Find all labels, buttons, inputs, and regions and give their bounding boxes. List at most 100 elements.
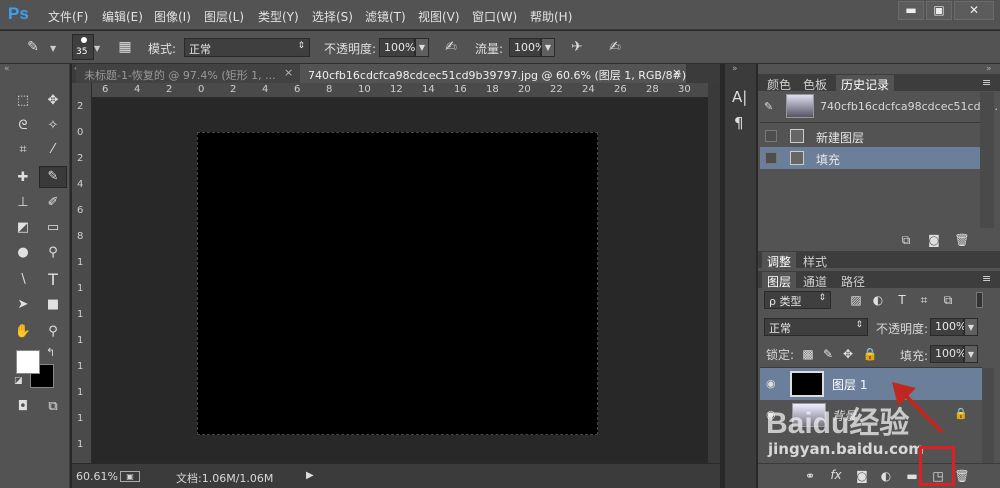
- brush-tool-icon[interactable]: ✎: [39, 166, 67, 188]
- rectangle-icon[interactable]: ■: [41, 295, 65, 315]
- menu-edit[interactable]: 编辑(E): [102, 8, 143, 25]
- hand-icon[interactable]: ✋: [11, 322, 35, 342]
- filter-pixel-icon[interactable]: ▨: [848, 292, 864, 308]
- magic-wand-icon[interactable]: ✧: [41, 116, 65, 136]
- tab-document-1[interactable]: 未标题-1-恢复的 @ 97.4% (矩形 1, ...: [76, 64, 302, 83]
- adjustment-icon[interactable]: ◐: [878, 468, 894, 484]
- filter-shape-icon[interactable]: ⌗: [916, 292, 932, 308]
- tab-layers[interactable]: 图层: [762, 272, 797, 291]
- character-panel-icon[interactable]: A|: [732, 88, 747, 106]
- healing-icon[interactable]: ✚: [11, 168, 35, 188]
- close-tab-icon[interactable]: ×: [672, 66, 681, 79]
- blend-mode-select[interactable]: 正常 ⇕: [764, 318, 868, 336]
- close-window-button[interactable]: ✕: [954, 1, 994, 20]
- link-icon[interactable]: ⚭: [802, 468, 818, 484]
- path-select-icon[interactable]: ➤: [11, 295, 35, 315]
- move-icon[interactable]: ✥: [41, 91, 65, 111]
- history-item-selected[interactable]: 填充: [760, 147, 980, 169]
- menu-type[interactable]: 类型(Y): [258, 8, 299, 25]
- panel-menu-icon[interactable]: ≡: [982, 76, 991, 89]
- filter-toggle-switch[interactable]: [976, 292, 983, 308]
- default-colors-icon[interactable]: ◪: [14, 376, 23, 386]
- blur-icon[interactable]: ●: [11, 243, 35, 263]
- tab-document-2[interactable]: 740cfb16cdcfca98cdcec51cd9b39797.jpg @ 6…: [300, 64, 686, 83]
- airbrush-icon[interactable]: ✈: [566, 36, 588, 58]
- history-checkbox[interactable]: [765, 152, 777, 164]
- filter-smart-object-icon[interactable]: ⧉: [940, 292, 956, 308]
- menu-layer[interactable]: 图层(L): [204, 8, 244, 25]
- vertical-ruler[interactable]: 2 0 2 4 6 8 1 1 1 1 1 1 1 1: [72, 83, 92, 463]
- layer-filter-select[interactable]: ρ 类型 ⇕: [764, 291, 831, 309]
- eyedropper-icon[interactable]: ⁄: [41, 140, 65, 160]
- layer-name[interactable]: 图层 1: [832, 376, 867, 393]
- menu-select[interactable]: 选择(S): [312, 8, 353, 25]
- menu-image[interactable]: 图像(I): [154, 8, 191, 25]
- mode-select[interactable]: 正常 ⇕: [184, 38, 310, 57]
- mask-icon[interactable]: ◙: [854, 468, 870, 484]
- screen-mode-icon[interactable]: ⧉: [41, 397, 65, 417]
- panel-menu-icon[interactable]: ≡: [982, 272, 991, 285]
- status-menu-arrow-icon[interactable]: ▶: [306, 470, 314, 481]
- tab-adjustments[interactable]: 调整: [762, 252, 797, 271]
- paragraph-panel-icon[interactable]: ¶: [734, 114, 744, 132]
- lock-position-icon[interactable]: ✥: [840, 346, 856, 362]
- minimize-button[interactable]: ▬: [898, 1, 924, 20]
- new-document-from-state-icon[interactable]: ⧉: [898, 232, 914, 248]
- camera-icon[interactable]: ◙: [926, 232, 942, 248]
- eye-icon[interactable]: ◉: [766, 377, 776, 390]
- tab-paths[interactable]: 路径: [836, 272, 870, 291]
- folder-icon[interactable]: ▬: [904, 468, 920, 484]
- tab-styles[interactable]: 样式: [798, 252, 832, 271]
- history-scrollbar[interactable]: [980, 92, 994, 228]
- stamp-icon[interactable]: ⊥: [11, 193, 35, 213]
- marquee-icon[interactable]: ⬚: [11, 91, 35, 111]
- layer-opacity-dropdown[interactable]: ▼: [964, 318, 978, 336]
- pen-icon[interactable]: ∖: [11, 270, 35, 290]
- close-tab-icon[interactable]: ×: [284, 66, 293, 79]
- history-snapshot[interactable]: ✎ 740cfb16cdcfca98cdcec51cd9...: [760, 92, 998, 122]
- collapse-icon[interactable]: «: [4, 64, 10, 74]
- trash-icon[interactable]: 🗑: [954, 468, 970, 484]
- chevron-down-icon[interactable]: ▼: [50, 44, 56, 53]
- maximize-button[interactable]: ▣: [926, 1, 952, 20]
- flow-dropdown[interactable]: ▼: [541, 38, 555, 57]
- tab-channels[interactable]: 通道: [798, 272, 832, 291]
- history-item[interactable]: 新建图层: [760, 125, 980, 147]
- lock-all-icon[interactable]: 🔒: [862, 346, 878, 362]
- opacity-dropdown[interactable]: ▼: [415, 38, 429, 57]
- pressure-opacity-icon[interactable]: ✍: [440, 36, 462, 58]
- swap-colors-icon[interactable]: ↰: [46, 346, 55, 359]
- history-checkbox[interactable]: [765, 130, 777, 142]
- lasso-icon[interactable]: ᘓ: [11, 116, 35, 136]
- vertical-scrollbar[interactable]: [708, 83, 720, 463]
- zoom-icon[interactable]: ⚲: [41, 322, 65, 342]
- collapse-icon[interactable]: »: [986, 64, 992, 74]
- menu-help[interactable]: 帮助(H): [530, 8, 572, 25]
- filter-adjustment-icon[interactable]: ◐: [870, 292, 886, 308]
- fill-input[interactable]: 100%: [930, 345, 966, 363]
- document-canvas[interactable]: [197, 132, 598, 435]
- eraser-icon[interactable]: ◩: [11, 218, 35, 238]
- menu-filter[interactable]: 滤镜(T): [365, 8, 406, 25]
- dodge-icon[interactable]: ⚲: [41, 243, 65, 263]
- menu-file[interactable]: 文件(F): [48, 8, 88, 25]
- quick-mask-icon[interactable]: ◘: [11, 397, 35, 417]
- lock-transparent-icon[interactable]: ▩: [800, 346, 816, 362]
- foreground-color-swatch[interactable]: [16, 350, 40, 374]
- history-brush-source-icon[interactable]: ✎: [764, 100, 773, 113]
- lock-image-icon[interactable]: ✎: [820, 346, 836, 362]
- layers-scrollbar[interactable]: [982, 368, 994, 463]
- trash-icon[interactable]: 🗑: [954, 232, 970, 248]
- fill-dropdown[interactable]: ▼: [964, 345, 978, 363]
- layer-opacity-input[interactable]: 100%: [930, 318, 966, 336]
- chevron-down-icon[interactable]: ▼: [94, 44, 100, 53]
- crop-icon[interactable]: ⌗: [11, 140, 35, 160]
- collapse-icon[interactable]: »: [732, 64, 738, 74]
- menu-window[interactable]: 窗口(W): [472, 8, 517, 25]
- filter-type-icon[interactable]: T: [894, 292, 910, 308]
- fx-icon[interactable]: fx: [828, 467, 844, 483]
- brush-icon[interactable]: ✎: [22, 36, 44, 58]
- pressure-size-icon[interactable]: ✍: [604, 36, 626, 58]
- brush-preset-picker[interactable]: 35: [72, 34, 94, 60]
- flow-input[interactable]: 100%: [509, 38, 545, 57]
